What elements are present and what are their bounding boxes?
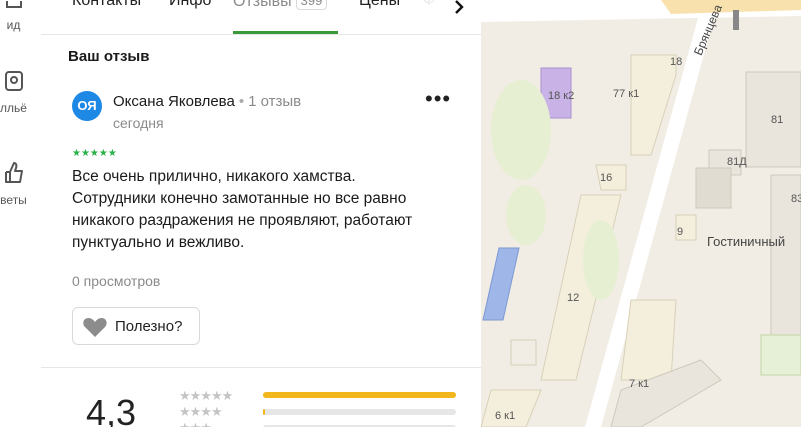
route-icon — [0, 0, 41, 16]
map-place-label[interactable]: Гостиничный — [707, 234, 785, 249]
rail-item-route-label: ид — [6, 18, 21, 32]
author-separator: • — [238, 93, 245, 110]
rail-item-tips-label: веты — [0, 193, 27, 207]
green-area — [583, 220, 619, 300]
avatar[interactable]: ОЯ — [72, 91, 102, 121]
map-house-label: 7 к1 — [629, 378, 650, 390]
green-area — [506, 185, 546, 245]
heart-icon — [82, 316, 108, 343]
tab-bar: Контакты Инфо Отзывы399 Цены Ф — [41, 0, 481, 35]
chevron-right-icon[interactable] — [449, 0, 469, 18]
tab-prices[interactable]: Цены — [359, 0, 400, 10]
review-panel: Контакты Инфо Отзывы399 Цены Ф Ваш отзыв… — [41, 0, 481, 427]
rating-row-fill — [263, 409, 265, 415]
rating-row-stars: ★★★ — [179, 420, 212, 427]
map-house-label: 77 к1 — [613, 88, 640, 100]
building-outline — [510, 339, 537, 366]
tab-reviews[interactable]: Отзывы 399 — [233, 0, 328, 11]
tab-contacts[interactable]: Контакты — [72, 0, 141, 10]
map-house-label: 12 — [567, 292, 580, 304]
rating-row-stars: ★★★★ — [179, 404, 223, 419]
map-house-label: 18 к2 — [548, 90, 575, 102]
more-options-button[interactable]: ••• — [425, 88, 451, 114]
map-house-label: 81Д — [727, 156, 747, 168]
useful-label: Полезно? — [115, 318, 183, 335]
review-stars: ★★★★★ — [72, 148, 117, 159]
reviews-count-badge: 399 — [295, 0, 328, 10]
tab-active-indicator — [233, 31, 338, 34]
park-square — [760, 334, 801, 376]
map-canvas — [481, 0, 801, 427]
thumbs-up-icon — [0, 160, 41, 191]
rail-item-tips[interactable]: веты — [0, 160, 41, 207]
map[interactable]: Брянцева Гостиничный 18 18 к2 77 к1 81 8… — [481, 0, 801, 427]
review-views: 0 просмотров — [72, 273, 161, 289]
author-name[interactable]: Оксана Яковлева — [113, 93, 235, 110]
map-house-label: 9 — [677, 226, 684, 238]
tab-reviews-label: Отзывы — [233, 0, 292, 10]
green-area — [491, 80, 551, 180]
rating-row-bar — [263, 392, 456, 398]
rail-item-route[interactable]: ид — [0, 0, 41, 32]
overall-rating: 4,3 — [86, 392, 137, 427]
map-house-label: 81 — [771, 114, 784, 126]
building — [695, 167, 732, 209]
map-house-label: 6 к1 — [495, 410, 516, 422]
map-house-label: 83 — [791, 193, 801, 205]
section-title: Ваш отзыв — [68, 48, 150, 65]
review-date: сегодня — [113, 115, 164, 131]
review-author-line: Оксана Яковлева • 1 отзыв — [113, 93, 301, 110]
building-blue — [482, 247, 520, 321]
hotel-icon — [0, 68, 41, 99]
rail-item-hotel-label: лльё — [0, 101, 27, 115]
map-house-label: 16 — [600, 172, 613, 184]
map-house-label: 18 — [670, 56, 683, 68]
left-rail: ид лльё веты — [0, 0, 42, 427]
tab-fade — [413, 0, 453, 32]
tab-info[interactable]: Инфо — [169, 0, 211, 10]
review-text: Все очень прилично, никакого хамства. Со… — [72, 168, 413, 251]
rating-row-stars: ★★★★★ — [179, 388, 233, 403]
useful-button[interactable]: Полезно? — [72, 307, 200, 345]
rating-row-bar — [263, 409, 456, 415]
divider — [41, 367, 481, 368]
rating-row-fill — [263, 392, 456, 398]
author-review-count: 1 отзыв — [248, 93, 302, 110]
rail-item-hotel[interactable]: лльё — [0, 68, 41, 115]
building — [620, 299, 677, 381]
